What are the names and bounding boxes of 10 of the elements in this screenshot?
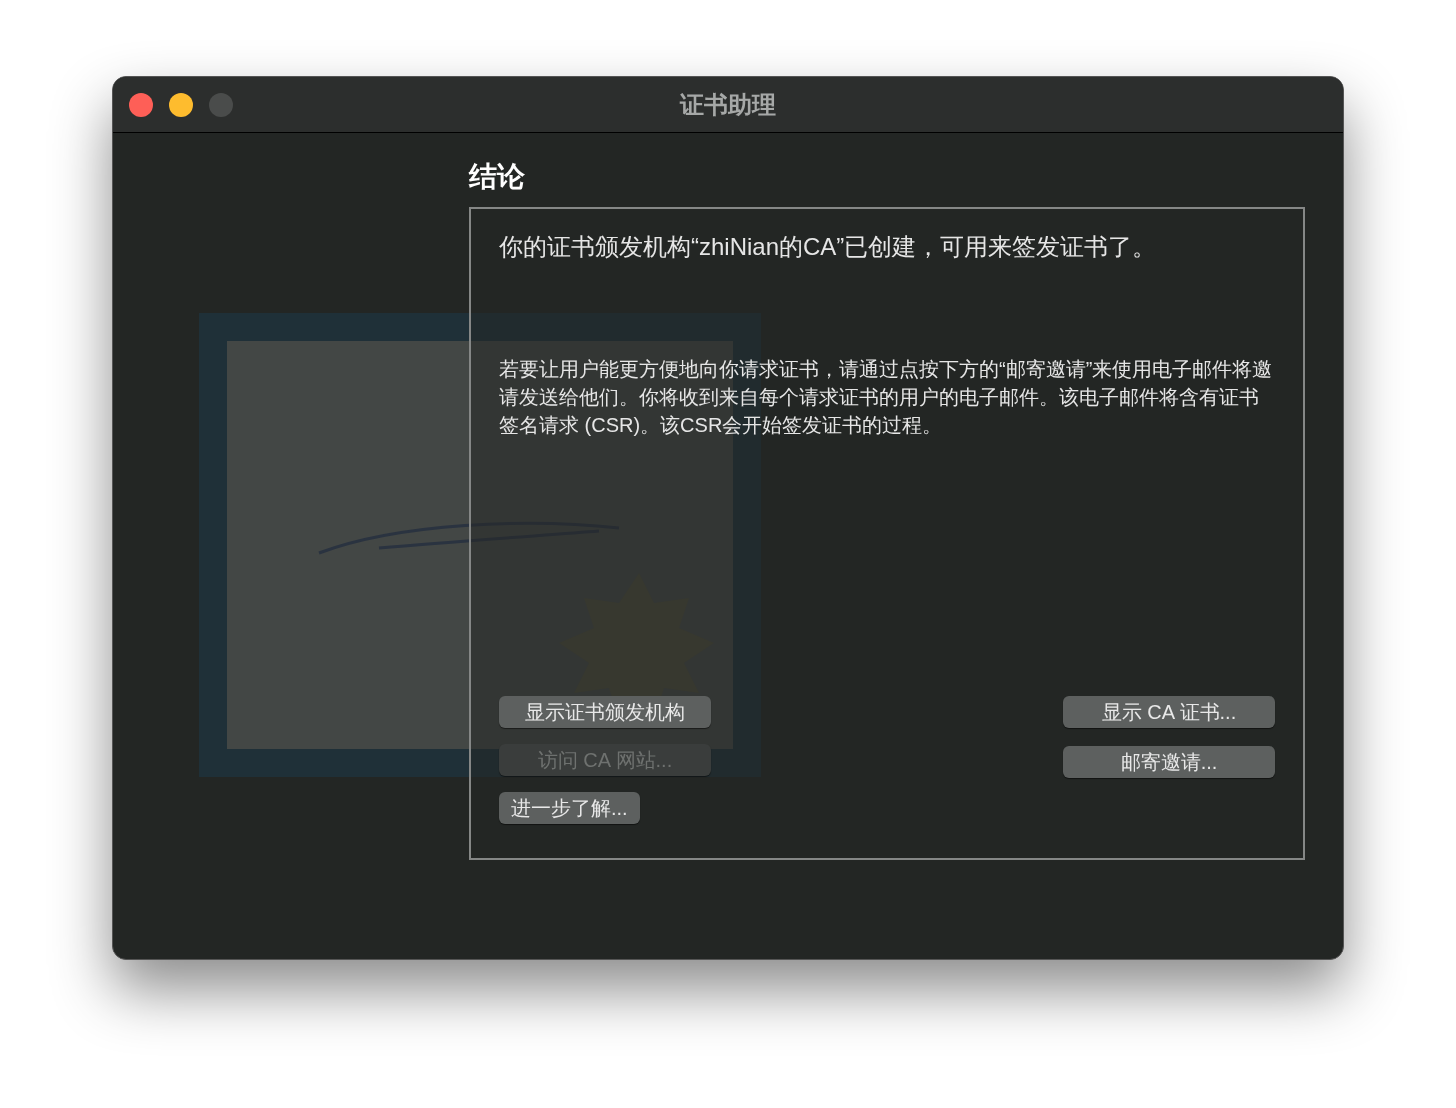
section-heading: 结论 (469, 160, 526, 194)
dialog-button[interactable]: 显示 CA 证书... (1063, 696, 1275, 728)
status-message: 你的证书颁发机构“zhiNian的CA”已创建，可用来签发证书了。 (499, 232, 1158, 262)
close-button[interactable] (129, 92, 153, 117)
minimize-button[interactable] (169, 92, 193, 117)
window-title: 证书助理 (680, 89, 776, 120)
dialog-button[interactable]: 邮寄邀请... (1063, 746, 1275, 778)
dialog-button[interactable]: 进一步了解... (499, 792, 640, 824)
description-text: 若要让用户能更方便地向你请求证书，请通过点按下方的“邮寄邀请”来使用电子邮件将邀请发送给他们。你将收到来自每个请求证书的用户的电子邮件。该电子邮件将含有证书签名请求 (CSR)。该CSR会开始签发证书的过程。 (499, 357, 1274, 438)
dialog-button[interactable]: 显示证书颁发机构 (499, 696, 711, 728)
